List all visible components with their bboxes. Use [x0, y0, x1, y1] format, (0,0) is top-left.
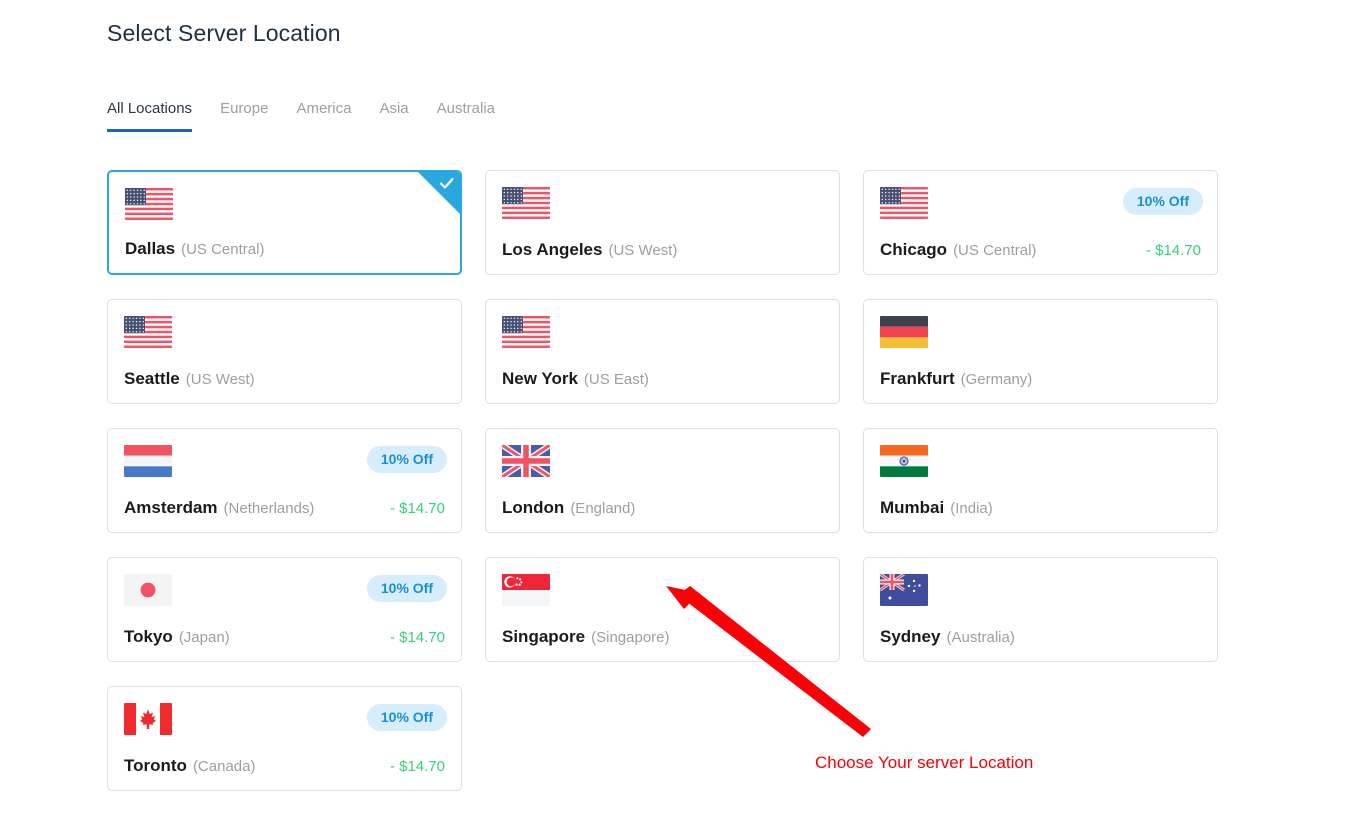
location-city: Frankfurt: [880, 369, 955, 388]
server-location-page: Select Server Location All Locations Euro…: [0, 0, 1364, 823]
location-card-seattle[interactable]: Seattle (US West): [107, 299, 462, 404]
flag-icon-de: [880, 316, 928, 348]
location-card-london[interactable]: London (England): [485, 428, 840, 533]
flag-icon-us: [502, 187, 550, 219]
location-city: Singapore: [502, 627, 586, 646]
location-region: (US Central): [953, 242, 1037, 259]
flag-icon-gb: [502, 445, 550, 477]
location-name-row: Amsterdam (Netherlands): [124, 498, 314, 518]
location-city: Tokyo: [124, 627, 173, 646]
flag-icon-jp: [124, 574, 172, 606]
tab-europe[interactable]: Europe: [220, 100, 268, 129]
location-region: (Netherlands): [223, 500, 315, 517]
location-city: Amsterdam: [124, 498, 218, 517]
location-name-row: Los Angeles (US West): [502, 240, 677, 260]
discount-price: - $14.70: [389, 758, 445, 775]
check-icon: [439, 177, 454, 189]
location-filter-tabs: All Locations Europe America Asia Australia: [107, 100, 495, 132]
location-name-row: Tokyo (Japan): [124, 627, 230, 647]
location-name-row: Singapore (Singapore): [502, 627, 670, 647]
page-title: Select Server Location: [107, 20, 341, 46]
location-name-row: Sydney (Australia): [880, 627, 1015, 647]
location-city: Mumbai: [880, 498, 945, 517]
discount-price: - $14.70: [1145, 242, 1201, 259]
discount-price: - $14.70: [389, 500, 445, 517]
flag-icon-us: [880, 187, 928, 219]
discount-badge: 10% Off: [1122, 188, 1203, 215]
flag-icon-sg: [502, 574, 550, 606]
selected-ribbon: [418, 172, 460, 214]
location-card-singapore[interactable]: Singapore (Singapore): [485, 557, 840, 662]
location-card-chicago[interactable]: Chicago (US Central) 10% Off - $14.70: [863, 170, 1218, 275]
server-location-grid: Dallas (US Central) Los Angeles (US West) …: [107, 170, 1219, 791]
tab-america[interactable]: America: [296, 100, 351, 129]
flag-icon-nl: [124, 445, 172, 477]
location-city: Sydney: [880, 627, 941, 646]
location-card-dallas[interactable]: Dallas (US Central): [107, 170, 462, 275]
discount-badge: 10% Off: [366, 575, 447, 602]
location-city: New York: [502, 369, 578, 388]
flag-icon-in: [880, 445, 928, 477]
location-city: Toronto: [124, 756, 187, 775]
location-card-tokyo[interactable]: Tokyo (Japan) 10% Off - $14.70: [107, 557, 462, 662]
location-region: (England): [570, 500, 636, 517]
location-region: (Singapore): [591, 629, 670, 646]
location-card-amsterdam[interactable]: Amsterdam (Netherlands) 10% Off - $14.70: [107, 428, 462, 533]
location-region: (US Central): [181, 241, 265, 258]
location-card-toronto[interactable]: Toronto (Canada) 10% Off - $14.70: [107, 686, 462, 791]
location-name-row: Dallas (US Central): [125, 239, 264, 259]
location-region: (Canada): [192, 758, 256, 775]
flag-icon-us: [502, 316, 550, 348]
location-city: Dallas: [125, 239, 176, 258]
discount-price: - $14.70: [389, 629, 445, 646]
flag-icon-us: [125, 188, 173, 220]
location-name-row: New York (US East): [502, 369, 649, 389]
location-region: (India): [950, 500, 993, 517]
location-region: (Australia): [946, 629, 1015, 646]
discount-badge: 10% Off: [366, 446, 447, 473]
location-name-row: Seattle (US West): [124, 369, 255, 389]
location-region: (Germany): [960, 371, 1033, 388]
location-city: Chicago: [880, 240, 948, 259]
location-card-mumbai[interactable]: Mumbai (India): [863, 428, 1218, 533]
tab-asia[interactable]: Asia: [379, 100, 408, 129]
location-region: (US West): [608, 242, 678, 259]
tab-all-locations[interactable]: All Locations: [107, 100, 193, 132]
location-name-row: Toronto (Canada): [124, 756, 255, 776]
location-city: London: [502, 498, 565, 517]
location-card-los-angeles[interactable]: Los Angeles (US West): [485, 170, 840, 275]
location-name-row: Chicago (US Central): [880, 240, 1036, 260]
discount-badge: 10% Off: [366, 704, 447, 731]
tab-australia[interactable]: Australia: [437, 100, 495, 129]
location-card-sydney[interactable]: Sydney (Australia): [863, 557, 1218, 662]
flag-icon-ca: [124, 703, 172, 735]
flag-icon-us: [124, 316, 172, 348]
location-card-new-york[interactable]: New York (US East): [485, 299, 840, 404]
location-city: Los Angeles: [502, 240, 603, 259]
location-region: (US East): [583, 371, 649, 388]
flag-icon-au: [880, 574, 928, 606]
location-name-row: Mumbai (India): [880, 498, 993, 518]
location-card-frankfurt[interactable]: Frankfurt (Germany): [863, 299, 1218, 404]
location-region: (US West): [185, 371, 255, 388]
location-city: Seattle: [124, 369, 180, 388]
location-region: (Japan): [178, 629, 230, 646]
annotation-label: Choose Your server Location: [815, 753, 1034, 772]
location-name-row: Frankfurt (Germany): [880, 369, 1032, 389]
location-name-row: London (England): [502, 498, 635, 518]
